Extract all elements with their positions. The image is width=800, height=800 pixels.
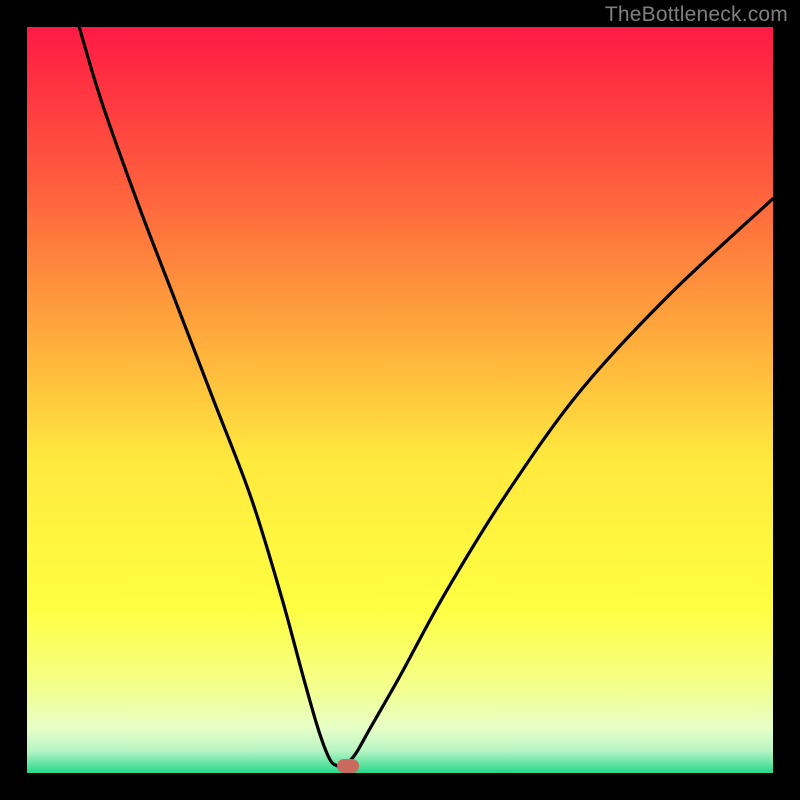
- chart-frame: TheBottleneck.com: [0, 0, 800, 800]
- watermark-text: TheBottleneck.com: [605, 3, 788, 27]
- background-gradient: [27, 27, 773, 773]
- optimal-marker: [337, 759, 359, 773]
- plot-area: [27, 27, 773, 773]
